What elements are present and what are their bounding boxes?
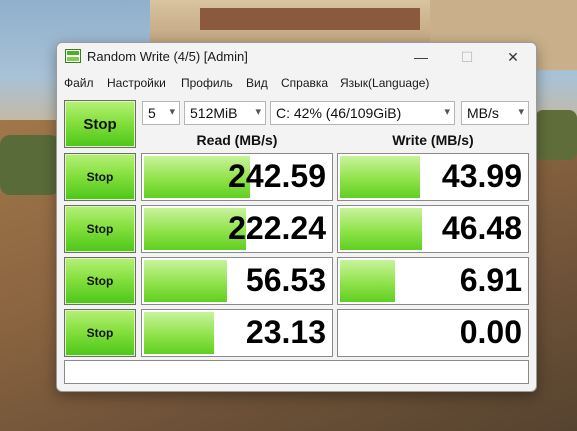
- menu-profile[interactable]: Профиль: [181, 76, 233, 90]
- chevron-down-icon: ▾: [255, 106, 261, 118]
- read-result-cell: 23.13: [141, 309, 333, 357]
- write-result-cell: 6.91: [337, 257, 529, 305]
- chevron-down-icon: ▾: [518, 106, 524, 118]
- chevron-down-icon: ▾: [444, 106, 450, 118]
- write-result-cell: 43.99: [337, 153, 529, 201]
- window-title: Random Write (4/5) [Admin]: [87, 49, 248, 64]
- close-button[interactable]: ✕: [490, 43, 536, 71]
- write-bar: [340, 208, 422, 250]
- menu-file[interactable]: Файл: [64, 76, 94, 90]
- read-result-cell: 242.59: [141, 153, 333, 201]
- background-foliage-right: [535, 110, 577, 160]
- write-result-cell: 46.48: [337, 205, 529, 253]
- test-count-value: 5: [148, 105, 156, 121]
- read-bar: [144, 260, 228, 302]
- write-value: 6.91: [459, 262, 522, 298]
- maximize-button[interactable]: ☐: [444, 43, 490, 71]
- unit-select[interactable]: MB/s ▾: [461, 101, 529, 125]
- menu-bar: Файл Настройки Профиль Вид Справка Язык(…: [57, 72, 536, 94]
- write-bar: [340, 260, 395, 302]
- test-size-value: 512MiB: [190, 105, 238, 121]
- write-value: 46.48: [441, 210, 522, 246]
- stop-row-1-button[interactable]: Stop: [64, 153, 136, 201]
- stop-row-2-button[interactable]: Stop: [64, 205, 136, 253]
- drive-value: C: 42% (46/109GiB): [276, 105, 402, 121]
- background-foliage: [0, 135, 60, 195]
- status-bar: [64, 360, 529, 384]
- test-size-select[interactable]: 512MiB ▾: [184, 101, 266, 125]
- write-value: 43.99: [441, 158, 522, 194]
- read-value: 56.53: [245, 262, 326, 298]
- menu-language[interactable]: Язык(Language): [340, 76, 429, 90]
- stop-all-button[interactable]: Stop: [64, 100, 136, 148]
- title-bar[interactable]: Random Write (4/5) [Admin] — ☐ ✕: [57, 43, 536, 71]
- background-roof: [200, 8, 420, 30]
- stop-row-4-button[interactable]: Stop: [64, 309, 136, 357]
- menu-settings[interactable]: Настройки: [107, 76, 166, 90]
- write-result-cell: 0.00: [337, 309, 529, 357]
- read-value: 23.13: [245, 314, 326, 350]
- chevron-down-icon: ▾: [169, 106, 175, 118]
- read-result-cell: 56.53: [141, 257, 333, 305]
- app-window: Random Write (4/5) [Admin] — ☐ ✕ Файл На…: [56, 42, 537, 392]
- write-bar: [340, 156, 420, 198]
- read-column-header: Read (MB/s): [196, 132, 278, 148]
- stop-row-3-button[interactable]: Stop: [64, 257, 136, 305]
- app-icon: [65, 49, 81, 63]
- menu-help[interactable]: Справка: [281, 76, 328, 90]
- test-count-select[interactable]: 5 ▾: [142, 101, 180, 125]
- read-value: 222.24: [228, 210, 326, 246]
- write-value: 0.00: [459, 314, 522, 350]
- menu-view[interactable]: Вид: [246, 76, 268, 90]
- read-result-cell: 222.24: [141, 205, 333, 253]
- read-value: 242.59: [228, 158, 326, 194]
- unit-value: MB/s: [467, 105, 499, 121]
- minimize-button[interactable]: —: [398, 43, 444, 71]
- write-column-header: Write (MB/s): [392, 132, 474, 148]
- read-bar: [144, 312, 215, 354]
- drive-select[interactable]: C: 42% (46/109GiB) ▾: [270, 101, 455, 125]
